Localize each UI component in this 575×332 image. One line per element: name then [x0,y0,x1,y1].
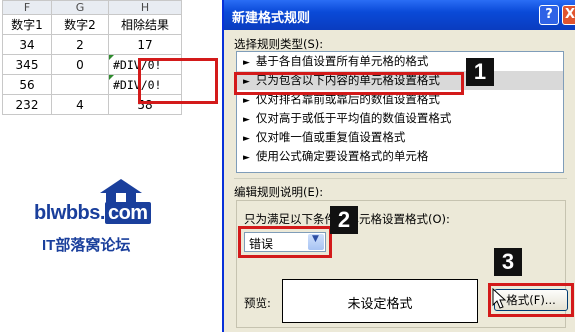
cell[interactable] [51,74,109,95]
cell[interactable]: 34 [2,34,52,55]
cell[interactable]: 0 [51,54,109,75]
column-header-g[interactable]: G [51,0,109,15]
site-logo: blwbbs. com IT部落窝论坛 [26,178,196,258]
rule-type-item[interactable]: ► 使用公式确定要设置格式的单元格 [237,147,563,166]
preview-text: 未设定格式 [347,297,413,312]
arrow-right-icon: ► [243,134,250,144]
callout-badge-1: 1 [466,58,494,86]
column-header-f[interactable]: F [2,0,52,15]
format-preview: 未设定格式 [282,279,478,323]
cell[interactable]: 相除结果 [108,14,182,35]
new-format-rule-dialog: 新建格式规则 ? X 选择规则类型(S): ► 基于各自值设置所有单元格的格式 ►… [222,0,575,332]
mouse-cursor-icon [492,288,507,309]
rule-type-list[interactable]: ► 基于各自值设置所有单元格的格式 ► 只为包含以下内容的单元格设置格式 ► 仅对排名… [236,51,564,173]
rule-type-label: 选择规则类型(S): [234,37,324,51]
error-cells-highlight [138,58,218,104]
cell[interactable]: 56 [2,74,52,95]
logo-brand: blwbbs. com [34,202,151,225]
rule-type-item[interactable]: ► 仅对唯一值或重复值设置格式 [237,128,563,147]
arrow-right-icon: ► [243,58,250,68]
cell[interactable]: 232 [2,94,52,115]
spreadsheet: F G H 数字1 数字2 相除结果 34 2 17 345 0 #DIV/0!… [0,0,222,122]
preview-label: 预览: [244,296,271,310]
selected-rule-highlight [234,72,464,95]
callout-badge-3: 3 [494,248,522,276]
condition-select-highlight [238,226,332,258]
logo-subtitle: IT部落窝论坛 [42,237,131,254]
close-button[interactable]: X [562,5,575,25]
cell[interactable]: 17 [108,34,182,55]
callout-badge-2: 2 [330,206,358,234]
arrow-right-icon: ► [243,96,250,106]
rule-type-item[interactable]: ► 基于各自值设置所有单元格的格式 [237,52,563,71]
dialog-title: 新建格式规则 [232,11,311,26]
column-header-h[interactable]: H [108,0,182,15]
cell[interactable]: 4 [51,94,109,115]
cell[interactable]: 2 [51,34,109,55]
cell[interactable]: 345 [2,54,52,75]
arrow-right-icon: ► [243,115,250,125]
rule-type-item[interactable]: ► 仅对高于或低于平均值的数值设置格式 [237,109,563,128]
edit-description-label: 编辑规则说明(E): [234,185,324,199]
house-icon [100,179,142,203]
cell[interactable]: 数字2 [51,14,109,35]
arrow-right-icon: ► [243,153,250,163]
cell[interactable]: 数字1 [2,14,52,35]
dialog-titlebar[interactable]: 新建格式规则 ? X [224,0,575,30]
help-button[interactable]: ? [539,5,559,25]
divider [234,178,567,179]
